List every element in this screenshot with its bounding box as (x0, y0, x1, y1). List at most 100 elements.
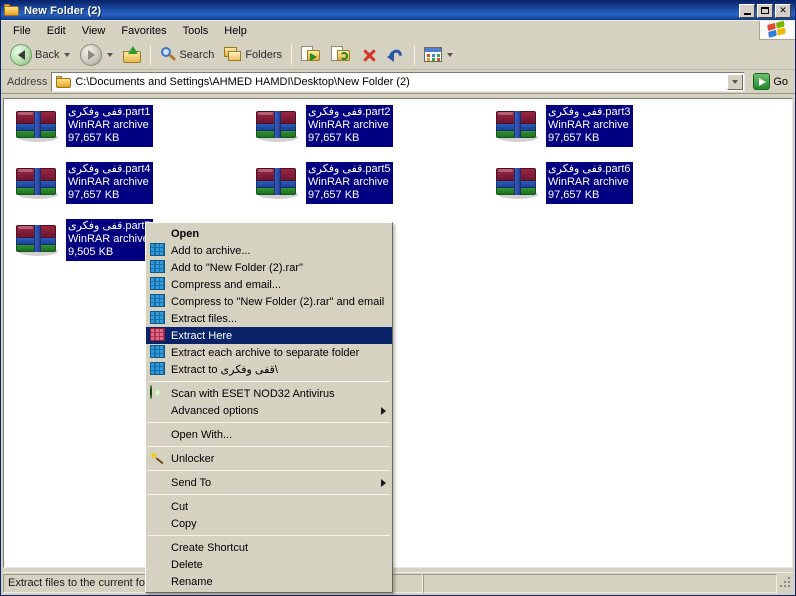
menu-item[interactable]: Advanced options (146, 402, 392, 419)
move-to-button[interactable] (296, 43, 326, 67)
search-button[interactable]: Search (155, 43, 219, 67)
toolbar: Back Search Folders (1, 40, 795, 70)
menu-item-no-icon (150, 475, 166, 490)
delete-button[interactable] (356, 43, 382, 67)
winrar-icon (150, 277, 166, 292)
toolbar-separator (414, 44, 416, 65)
forward-dropdown-icon[interactable] (107, 52, 114, 57)
menu-item[interactable]: Extract each archive to separate folder (146, 344, 392, 361)
window-controls: ✕ (739, 3, 791, 18)
go-button[interactable]: Go (749, 73, 792, 90)
menu-file[interactable]: File (5, 23, 39, 39)
views-button[interactable] (419, 43, 458, 67)
menu-item[interactable]: Add to archive... (146, 242, 392, 259)
file-size: 97,657 KB (68, 189, 120, 201)
menu-separator (148, 381, 390, 382)
file-item[interactable]: قفى وفكرى.part3 WinRAR archive 97,657 KB (488, 105, 728, 162)
address-dropdown-icon[interactable] (727, 73, 744, 90)
move-to-icon (301, 46, 321, 63)
menu-item-label: Create Shortcut (171, 541, 249, 554)
file-name: قفى وفكرى.part5 (308, 163, 391, 175)
menu-view[interactable]: View (74, 23, 114, 39)
winrar-icon (150, 345, 166, 360)
submenu-arrow-icon (381, 478, 386, 487)
go-icon (753, 73, 771, 90)
resize-grip[interactable] (779, 576, 793, 590)
menu-item-label: Extract each archive to separate folder (171, 346, 360, 359)
toolbar-separator (150, 44, 152, 65)
menu-item-no-icon (150, 557, 166, 572)
folders-button[interactable]: Folders (219, 43, 287, 67)
undo-button[interactable] (382, 43, 410, 67)
copy-to-button[interactable] (326, 43, 356, 67)
menu-item[interactable]: Unlocker (146, 450, 392, 467)
file-label: قفى وفكرى.part2 WinRAR archive 97,657 KB (306, 105, 393, 147)
file-item[interactable]: قفى وفكرى.part1 WinRAR archive 97,657 KB (8, 105, 248, 162)
context-menu[interactable]: Open Add to archive... Add to "New Folder … (145, 222, 393, 593)
menu-item-label: Open (171, 227, 200, 240)
maximize-button[interactable] (757, 3, 773, 18)
menu-item[interactable]: Send To (146, 474, 392, 491)
menu-item[interactable]: Open With... (146, 426, 392, 443)
toolbar-separator (291, 44, 293, 65)
menu-item[interactable]: Add to "New Folder (2).rar" (146, 259, 392, 276)
menu-separator (148, 494, 390, 495)
file-type: WinRAR archive (548, 176, 629, 188)
close-icon[interactable]: ✕ (775, 3, 791, 18)
menu-item[interactable]: Scan with ESET NOD32 Antivirus (146, 385, 392, 402)
menu-item[interactable]: Compress to "New Folder (2).rar" and ema… (146, 293, 392, 310)
menu-item-no-icon (150, 574, 166, 589)
menu-bar: File Edit View Favorites Tools Help (1, 20, 795, 40)
winrar-archive-icon (494, 107, 540, 147)
file-size: 97,657 KB (308, 132, 360, 144)
back-dropdown-icon[interactable] (64, 52, 71, 57)
file-size: 97,657 KB (68, 132, 120, 144)
minimize-button[interactable] (739, 3, 755, 18)
file-item[interactable]: قفى وفكرى.part4 WinRAR archive 97,657 KB (8, 162, 248, 219)
menu-item[interactable]: Delete (146, 556, 392, 573)
menu-favorites[interactable]: Favorites (113, 23, 174, 39)
menu-item[interactable]: Rename (146, 573, 392, 590)
explorer-window: New Folder (2) ✕ File Edit View Favorite… (0, 0, 796, 596)
folders-icon (224, 47, 242, 62)
go-label: Go (773, 75, 788, 88)
forward-button[interactable] (75, 43, 118, 67)
file-label: قفى وفكرى.part5 WinRAR archive 97,657 KB (306, 162, 393, 204)
menu-item-no-icon (150, 516, 166, 531)
winrar-archive-icon (254, 164, 300, 204)
file-item[interactable]: قفى وفكرى.part2 WinRAR archive 97,657 KB (248, 105, 488, 162)
file-item[interactable]: قفى وفكرى.part5 WinRAR archive 97,657 KB (248, 162, 488, 219)
menu-item[interactable]: Extract Here (146, 327, 392, 344)
menu-item[interactable]: Extract to قفى وفكرى\ (146, 361, 392, 378)
menu-item-no-icon (150, 226, 166, 241)
file-type: WinRAR archive (68, 233, 149, 245)
file-item[interactable]: قفى وفكرى.part6 WinRAR archive 97,657 KB (488, 162, 728, 219)
menu-item[interactable]: Create Shortcut (146, 539, 392, 556)
file-list-pane[interactable]: قفى وفكرى.part1 WinRAR archive 97,657 KB قف… (3, 98, 793, 568)
winrar-icon (150, 260, 166, 275)
back-icon (10, 43, 32, 66)
file-type: WinRAR archive (308, 119, 389, 131)
menu-item-label: Compress to "New Folder (2).rar" and ema… (171, 295, 385, 308)
address-input[interactable]: C:\Documents and Settings\AHMED HAMDI\De… (51, 71, 746, 92)
menu-item[interactable]: Extract files... (146, 310, 392, 327)
up-folder-icon (123, 45, 142, 63)
up-button[interactable] (118, 43, 146, 67)
file-name: قفى وفكرى.part6 (548, 163, 631, 175)
file-type: WinRAR archive (68, 176, 149, 188)
back-button[interactable]: Back (5, 43, 75, 67)
views-dropdown-icon[interactable] (447, 52, 454, 57)
menu-item[interactable]: Copy (146, 515, 392, 532)
menu-tools[interactable]: Tools (175, 23, 217, 39)
file-name: قفى وفكرى.part1 (68, 106, 151, 118)
menu-edit[interactable]: Edit (39, 23, 74, 39)
menu-item[interactable]: Cut (146, 498, 392, 515)
menu-item[interactable]: Compress and email... (146, 276, 392, 293)
winrar-archive-icon (14, 107, 60, 147)
menu-item-label: Add to archive... (171, 244, 251, 257)
winrar-icon (150, 362, 166, 377)
menu-separator (148, 446, 390, 447)
menu-item[interactable]: Open (146, 225, 392, 242)
menu-help[interactable]: Help (216, 23, 255, 39)
file-size: 9,505 KB (68, 246, 114, 258)
